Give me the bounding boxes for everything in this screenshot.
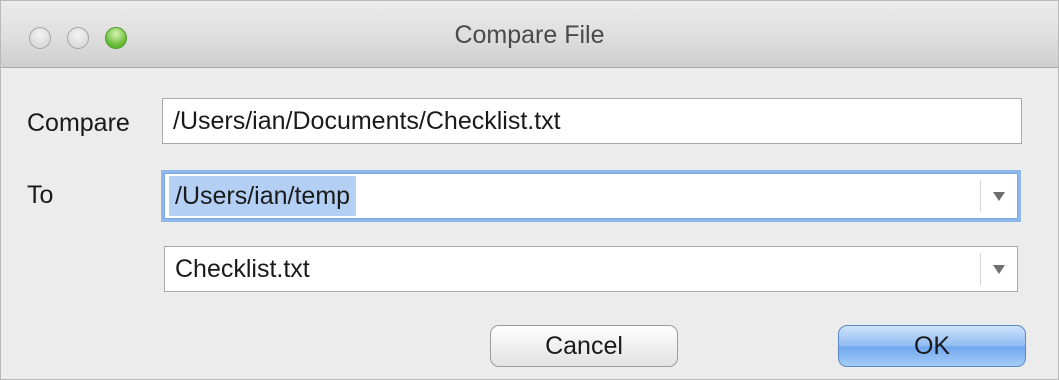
to-directory-value: /Users/ian/temp bbox=[169, 176, 357, 216]
to-file-value: Checklist.txt bbox=[175, 255, 310, 283]
to-directory-combo[interactable]: /Users/ian/temp bbox=[164, 173, 1018, 219]
compare-label: Compare bbox=[27, 109, 130, 137]
to-directory-dropdown-button[interactable] bbox=[981, 174, 1017, 218]
chevron-down-icon bbox=[993, 264, 1005, 274]
ok-button[interactable]: OK bbox=[838, 325, 1026, 367]
to-file-combo[interactable]: Checklist.txt bbox=[164, 246, 1018, 292]
to-label: To bbox=[27, 181, 54, 209]
cancel-button[interactable]: Cancel bbox=[490, 325, 678, 367]
title-bar[interactable]: Compare File bbox=[1, 1, 1058, 68]
window-title: Compare File bbox=[454, 21, 605, 49]
compare-file-dialog: Compare File Compare /Users/ian/Document… bbox=[0, 0, 1059, 380]
compare-path-field[interactable]: /Users/ian/Documents/Checklist.txt bbox=[162, 98, 1022, 144]
to-file-dropdown-button[interactable] bbox=[981, 247, 1017, 291]
compare-path-value: /Users/ian/Documents/Checklist.txt bbox=[173, 107, 561, 135]
chevron-down-icon bbox=[993, 191, 1005, 201]
